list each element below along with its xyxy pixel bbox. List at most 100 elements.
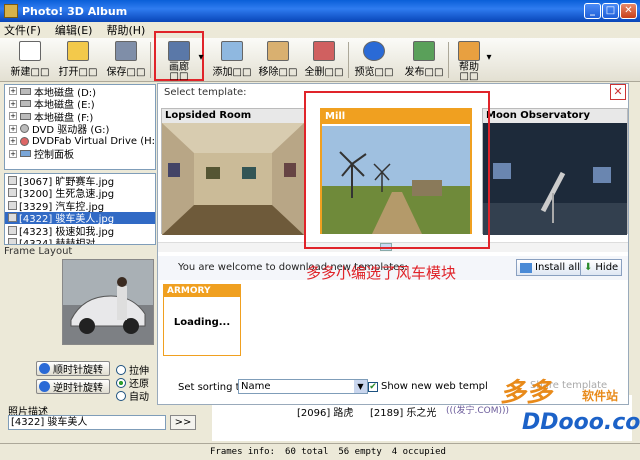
watermark-sub: 软件站 (582, 389, 619, 403)
tree-item[interactable]: + DVDFab Virtual Drive (H: (5, 135, 155, 148)
open-button[interactable]: 打开□□ (54, 40, 102, 80)
install-all-button[interactable]: Install all (516, 259, 584, 276)
status-bar: Frames info: 60 total 56 empty 4 occupie… (0, 443, 640, 460)
photo-description-input[interactable]: [4322] 骏车美人 (8, 415, 166, 430)
folder-tree[interactable]: + 本地磁盘 (D:) + 本地磁盘 (E:) + 本地磁盘 (F:) + DVD 驱动… (4, 84, 156, 170)
image-file-icon (8, 175, 17, 185)
frames-empty: 56 empty (338, 447, 382, 457)
rotate-clockwise-button[interactable]: 顺时针旋转 (36, 361, 110, 376)
tree-item[interactable]: + 控制面板 (5, 148, 155, 161)
frames-info: Frames info: 60 total 56 empty 4 occupie… (210, 445, 446, 459)
frame-item[interactable]: [2189] 乐之光 (370, 404, 436, 419)
close-window-button[interactable]: ✕ (620, 3, 637, 19)
arrow-down-icon: ⬇ (584, 262, 593, 273)
radio-circle (116, 364, 126, 375)
play-icon (363, 41, 385, 61)
image-file-icon (8, 188, 17, 198)
save-button[interactable]: 保存□□ (102, 40, 150, 80)
dvd-icon (20, 124, 29, 134)
radio-circle (116, 377, 126, 388)
frames-info-label: Frames info: (210, 447, 276, 457)
toolbar-separator (150, 42, 151, 78)
sort-select[interactable]: Name ▼ (238, 379, 368, 394)
publish-button[interactable]: 发布□□ (400, 40, 448, 80)
rotate-ccw-icon (39, 381, 50, 392)
template-card-lopsided-room[interactable]: Lopsided Room (161, 108, 305, 235)
image-file-icon (8, 238, 17, 244)
rotate-cw-icon (39, 363, 50, 374)
minimize-button[interactable]: _ (584, 3, 601, 19)
control-panel-icon (20, 150, 31, 158)
window-title: Photo! 3D Album (22, 4, 128, 18)
photo-preview (62, 259, 154, 345)
clear-all-icon (313, 41, 335, 61)
template-thumbnail (483, 123, 627, 235)
rotate-counterclockwise-button[interactable]: 逆时针旋转 (36, 379, 110, 394)
dialog-close-button[interactable]: ✕ (610, 84, 626, 100)
tree-item-label: 控制面板 (34, 150, 74, 162)
install-all-label: Install all (535, 262, 580, 273)
template-thumbnail (162, 123, 304, 235)
folder-open-icon (67, 41, 89, 61)
remove-label: 移除□□ (258, 67, 298, 78)
radio-label: 自动 (129, 392, 149, 403)
template-card-armory[interactable]: ARMORY Loading... (163, 284, 241, 356)
frames-total: 60 total (285, 447, 329, 457)
annotation-text: 多多小编选了风车模块 (306, 264, 457, 282)
image-file-icon (8, 213, 17, 223)
sort-value: Name (241, 381, 271, 392)
rotate-ccw-label: 逆时针旋转 (53, 383, 103, 394)
new-button[interactable]: 新建□□ (6, 40, 54, 80)
preview-button[interactable]: 预览□□ (350, 40, 398, 80)
tree-item-label: DVDFab Virtual Drive (H: (31, 135, 155, 147)
watermark-domain: DDooo.com (522, 410, 640, 435)
publish-label: 发布□□ (404, 67, 444, 78)
add-photo-icon (221, 41, 243, 61)
add-label: 添加□□ (212, 67, 252, 78)
gallery-label: 画廊□□ (169, 62, 189, 82)
rotate-cw-label: 顺时针旋转 (53, 365, 103, 376)
template-name: Lopsided Room (162, 109, 304, 123)
publish-icon (413, 41, 435, 61)
menu-edit[interactable]: 编辑(E) (55, 22, 93, 38)
tree-item[interactable]: + DVD 驱动器 (G:) (5, 123, 155, 136)
checkbox-checked: ✔ (368, 381, 378, 392)
toolbar: 新建□□ 打开□□ 保存□□ 画廊□□ ▾ 添加□□ 移除□□ 全删□□ 预览□… (0, 31, 640, 82)
hide-label: Hide (595, 262, 619, 273)
menu-help[interactable]: 帮助(H) (106, 22, 145, 38)
clear-all-button[interactable]: 全删□□ (300, 40, 348, 80)
template-name: Moon Observatory (483, 109, 627, 123)
apply-description-button[interactable]: >> (170, 415, 196, 430)
toolbar-separator (348, 42, 349, 78)
drive-icon (20, 112, 31, 120)
drive-icon (20, 100, 31, 108)
remove-button[interactable]: 移除□□ (254, 40, 302, 80)
new-label: 新建□□ (10, 67, 50, 78)
show-web-templates-checkbox[interactable]: ✔ Show new web templ (368, 381, 488, 392)
checkbox-label: Show new web templ (381, 381, 488, 392)
open-label: 打开□□ (58, 67, 98, 78)
frame-item[interactable]: [2096] 路虎 (297, 404, 353, 419)
menu-bar: 文件(F) 编辑(E) 帮助(H) (0, 22, 640, 38)
chevron-down-icon: ▼ (354, 380, 367, 393)
template-card-moon-observatory[interactable]: Moon Observatory (482, 108, 628, 235)
save-disk-icon (115, 41, 137, 61)
list-item[interactable]: [4324] 赫赫相对 (5, 237, 155, 244)
gallery-icon (168, 41, 190, 61)
menu-file[interactable]: 文件(F) (4, 22, 41, 38)
maximize-button[interactable]: □ (602, 3, 619, 19)
help-label: 帮助□□ (459, 62, 479, 82)
help-icon (458, 41, 480, 61)
image-file-icon (8, 200, 17, 210)
car-photo-thumbnail (63, 260, 153, 344)
radio-circle (116, 390, 126, 401)
save-label: 保存□□ (106, 67, 146, 78)
hide-button[interactable]: ⬇ Hide (580, 259, 623, 276)
install-icon (520, 262, 532, 273)
file-list[interactable]: [3067] 旷野赛车.jpg [3200] 生死急速.jpg [3329] 汽… (4, 173, 156, 245)
fit-auto-radio[interactable]: 自动 (116, 388, 149, 403)
title-bar: Photo! 3D Album (0, 0, 640, 22)
help-button[interactable]: 帮助□□ (452, 40, 486, 82)
add-button[interactable]: 添加□□ (208, 40, 256, 80)
clear-all-label: 全删□□ (304, 67, 344, 78)
